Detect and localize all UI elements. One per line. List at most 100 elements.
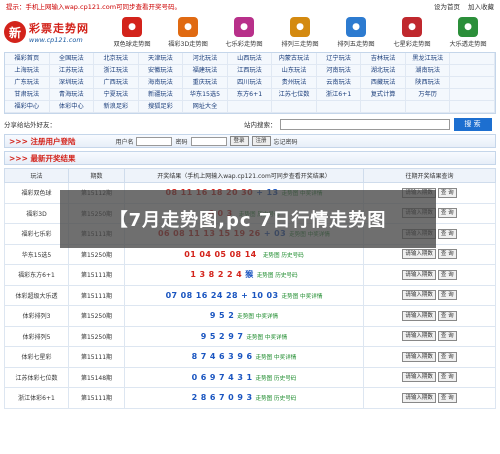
game-name[interactable]: 江苏体彩七位数 <box>4 366 69 388</box>
game-name[interactable]: 福彩七乐彩 <box>4 223 69 245</box>
query-button[interactable]: 查 询 <box>437 290 457 301</box>
game-name[interactable]: 福彩双色球 <box>4 182 69 204</box>
region-link[interactable]: 天津玩法 <box>138 53 184 65</box>
game-name[interactable]: 浙江体彩6+1 <box>4 387 69 409</box>
result-links[interactable]: 走势图 历史号码 <box>263 253 304 259</box>
region-link[interactable]: 安徽玩法 <box>138 65 184 77</box>
game-name[interactable]: 福彩东方6+1 <box>4 264 69 286</box>
region-link[interactable]: 广西玩法 <box>94 77 139 89</box>
site-search-input[interactable] <box>279 118 450 130</box>
search-button[interactable]: 搜 索 <box>453 117 492 131</box>
region-link[interactable]: 广东玩法 <box>5 77 50 89</box>
region-link[interactable]: 河南玩法 <box>316 65 362 77</box>
result-links[interactable]: 走势图 历史号码 <box>255 396 296 402</box>
forgot-password-link[interactable]: 忘记密码 <box>274 137 298 146</box>
region-link[interactable]: 云南玩法 <box>316 77 362 89</box>
issue-query-input[interactable]: 请输入期数 <box>402 372 436 383</box>
register-button[interactable]: 注册 <box>251 136 271 146</box>
result-links[interactable]: 走势图 历史号码 <box>257 273 298 279</box>
region-link[interactable]: 新疆玩法 <box>138 89 184 101</box>
region-link[interactable]: 海南玩法 <box>138 77 184 89</box>
region-link[interactable]: 网址大全 <box>183 101 228 113</box>
set-home-link[interactable]: 设为首页 <box>434 1 460 11</box>
query-button[interactable]: 查 询 <box>437 228 457 239</box>
game-name[interactable]: 体彩七星彩 <box>4 346 69 368</box>
region-link[interactable]: 湖南玩法 <box>405 65 451 77</box>
nav-chart-6[interactable]: ● 大乐透走势图 <box>445 16 491 48</box>
region-link[interactable]: 贵州玩法 <box>272 77 317 89</box>
query-button[interactable]: 查 询 <box>437 331 457 342</box>
issue-query-input[interactable]: 请输入期数 <box>402 392 436 403</box>
region-link[interactable]: 山西玩法 <box>227 53 273 65</box>
region-link[interactable]: 复式计算 <box>361 89 406 101</box>
region-link[interactable]: 青海玩法 <box>49 89 95 101</box>
issue-query-input[interactable]: 请输入期数 <box>402 269 436 280</box>
region-link[interactable]: 重庆玩法 <box>183 77 228 89</box>
region-link[interactable]: 江苏玩法 <box>49 65 95 77</box>
game-name[interactable]: 体彩排列3 <box>4 305 69 327</box>
region-link[interactable]: 体彩中心 <box>49 101 95 113</box>
nav-chart-4[interactable]: ● 排列五走势图 <box>333 16 379 48</box>
region-link[interactable]: 江苏七位数 <box>272 89 317 101</box>
query-button[interactable]: 查 询 <box>437 208 457 219</box>
region-link[interactable]: 陕西玩法 <box>405 77 451 89</box>
nav-chart-0[interactable]: ● 双色球走势图 <box>109 16 155 48</box>
region-link[interactable]: 湖北玩法 <box>361 65 406 77</box>
result-links[interactable]: 走势图 中奖详情 <box>282 294 323 300</box>
query-button[interactable]: 查 询 <box>437 269 457 280</box>
region-link[interactable]: 河北玩法 <box>183 53 228 65</box>
region-link[interactable]: 万年历 <box>405 89 451 101</box>
region-link[interactable]: 东方6+1 <box>227 89 273 101</box>
issue-query-input[interactable]: 请输入期数 <box>402 310 436 321</box>
query-button[interactable]: 查 询 <box>437 310 457 321</box>
region-link[interactable]: 吉林玩法 <box>361 53 406 65</box>
region-link[interactable]: 宁夏玩法 <box>94 89 139 101</box>
region-link[interactable]: 深圳玩法 <box>49 77 95 89</box>
issue-query-input[interactable]: 请输入期数 <box>402 351 436 362</box>
region-link[interactable]: 搜狐足彩 <box>138 101 184 113</box>
region-link[interactable]: 福建玩法 <box>183 65 228 77</box>
add-favorite-link[interactable]: 加入收藏 <box>468 1 494 11</box>
query-button[interactable]: 查 询 <box>437 372 457 383</box>
game-name[interactable]: 体彩超级大乐透 <box>4 284 69 306</box>
issue-query-input[interactable]: 请输入期数 <box>402 290 436 301</box>
nav-chart-5[interactable]: ● 七星彩走势图 <box>389 16 435 48</box>
nav-chart-2[interactable]: ● 七乐彩走势图 <box>221 16 267 48</box>
region-link[interactable]: 黑龙江玩法 <box>405 53 451 65</box>
region-link[interactable]: 上海玩法 <box>5 65 50 77</box>
issue-query-input[interactable]: 请输入期数 <box>402 249 436 260</box>
region-link[interactable]: 内蒙古玩法 <box>272 53 317 65</box>
game-name[interactable]: 华东15选5 <box>4 243 69 265</box>
query-button[interactable]: 查 询 <box>437 187 457 198</box>
region-link[interactable]: 四川玩法 <box>227 77 273 89</box>
result-links[interactable]: 走势图 中奖详情 <box>246 335 287 341</box>
result-links[interactable]: 走势图 中奖详情 <box>237 314 278 320</box>
region-link[interactable]: 新浪足彩 <box>94 101 139 113</box>
nav-chart-3[interactable]: ● 排列三走势图 <box>277 16 323 48</box>
query-button[interactable]: 查 询 <box>437 351 457 362</box>
region-link[interactable]: 甘肃玩法 <box>5 89 50 101</box>
result-links[interactable]: 走势图 中奖详情 <box>255 355 296 361</box>
region-link[interactable]: 福彩中心 <box>5 101 50 113</box>
region-link[interactable]: 西藏玩法 <box>361 77 406 89</box>
site-logo[interactable]: 新 彩票走势网 www.cp121.com <box>4 14 104 50</box>
nav-chart-1[interactable]: ● 福彩3D走势图 <box>165 16 211 48</box>
region-link[interactable]: 北京玩法 <box>94 53 139 65</box>
game-name[interactable]: 福彩3D <box>4 202 69 224</box>
issue-query-input[interactable]: 请输入期数 <box>402 331 436 342</box>
login-button[interactable]: 登录 <box>229 136 249 146</box>
result-links[interactable]: 走势图 历史号码 <box>255 376 296 382</box>
game-name[interactable]: 体彩排列5 <box>4 325 69 347</box>
region-link[interactable]: 江西玩法 <box>227 65 273 77</box>
region-link[interactable]: 山东玩法 <box>272 65 317 77</box>
region-link[interactable]: 华东15选5 <box>183 89 228 101</box>
query-button[interactable]: 查 询 <box>437 249 457 260</box>
password-input[interactable] <box>190 136 227 146</box>
region-link[interactable]: 浙江6+1 <box>316 89 362 101</box>
region-link[interactable]: 全国玩法 <box>49 53 95 65</box>
username-input[interactable] <box>136 136 173 146</box>
query-button[interactable]: 查 询 <box>437 392 457 403</box>
region-link[interactable]: 辽宁玩法 <box>316 53 362 65</box>
region-link[interactable]: 浙江玩法 <box>94 65 139 77</box>
region-link[interactable]: 福彩首页 <box>5 53 50 65</box>
